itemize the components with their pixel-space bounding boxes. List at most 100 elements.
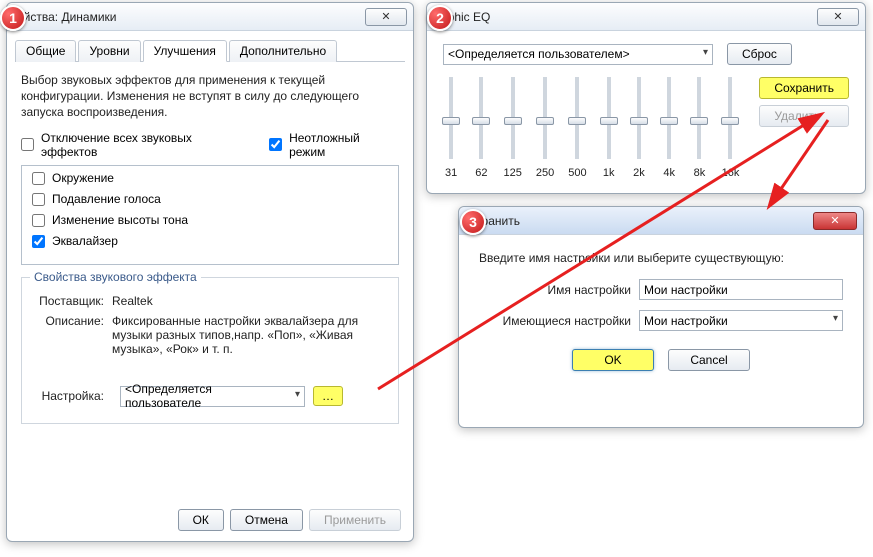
effect-checkbox[interactable] <box>32 235 45 248</box>
setting-value: <Определяется пользователе <box>125 382 286 410</box>
preset-combo[interactable]: <Определяется пользователем> <box>443 44 713 65</box>
step-badge-3: 3 <box>460 209 486 235</box>
list-item[interactable]: Подавление голоса <box>26 189 394 210</box>
eq-titlebar: raphic EQ ✕ <box>427 3 865 31</box>
eq-slider-8k[interactable]: 8k <box>691 77 707 179</box>
close-button[interactable]: ✕ <box>817 8 859 26</box>
slider-track[interactable] <box>637 77 641 159</box>
eq-slider-125[interactable]: 125 <box>504 77 522 179</box>
effect-checkbox[interactable] <box>32 193 45 206</box>
tab-advanced[interactable]: Дополнительно <box>229 40 337 62</box>
eq-slider-250[interactable]: 250 <box>536 77 554 179</box>
dialog-buttons: ОК Отмена Применить <box>178 509 401 531</box>
slider-thumb[interactable] <box>442 117 460 125</box>
freq-label: 4k <box>663 167 675 179</box>
ok-button[interactable]: OK <box>572 349 654 371</box>
freq-label: 250 <box>536 167 554 179</box>
eq-slider-31[interactable]: 31 <box>443 77 459 179</box>
slider-track[interactable] <box>479 77 483 159</box>
immediate-mode-input[interactable] <box>269 138 282 151</box>
delete-button[interactable]: Удалить <box>759 105 849 127</box>
existing-combo[interactable]: Мои настройки <box>639 310 843 331</box>
name-field-label: Имя настройки <box>479 283 631 297</box>
effect-label: Окружение <box>52 171 114 185</box>
immediate-mode-checkbox[interactable]: Неотложный режим <box>269 131 399 159</box>
eq-actions: Сохранить Удалить <box>759 77 849 127</box>
slider-track[interactable] <box>575 77 579 159</box>
freq-label: 16k <box>722 167 740 179</box>
freq-label: 500 <box>568 167 586 179</box>
disable-all-checkbox[interactable]: Отключение всех звуковых эффектов <box>21 131 251 159</box>
preset-value: <Определяется пользователем> <box>448 47 630 61</box>
slider-track[interactable] <box>449 77 453 159</box>
slider-thumb[interactable] <box>660 117 678 125</box>
eq-slider-1k[interactable]: 1k <box>601 77 617 179</box>
properties-window: ойства: Динамики ✕ Общие Уровни Улучшени… <box>6 2 414 542</box>
list-item[interactable]: Изменение высоты тона <box>26 210 394 231</box>
effect-label: Изменение высоты тона <box>52 213 188 227</box>
save-titlebar: охранить ✕ <box>459 207 863 235</box>
step-badge-2: 2 <box>427 5 453 31</box>
close-icon: ✕ <box>833 10 842 23</box>
eq-slider-16k[interactable]: 16k <box>722 77 740 179</box>
close-icon: ✕ <box>381 10 390 23</box>
slider-thumb[interactable] <box>472 117 490 125</box>
properties-title: ойства: Динамики <box>17 10 117 24</box>
slider-thumb[interactable] <box>721 117 739 125</box>
step-badge-1: 1 <box>0 5 26 31</box>
slider-track[interactable] <box>667 77 671 159</box>
slider-track[interactable] <box>511 77 515 159</box>
setting-label: Настройка: <box>34 389 112 403</box>
slider-thumb[interactable] <box>630 117 648 125</box>
freq-label: 2k <box>633 167 645 179</box>
slider-track[interactable] <box>543 77 547 159</box>
apply-button[interactable]: Применить <box>309 509 401 531</box>
effect-checkbox[interactable] <box>32 214 45 227</box>
disable-all-input[interactable] <box>21 138 34 151</box>
eq-slider-62[interactable]: 62 <box>473 77 489 179</box>
vendor-value: Realtek <box>112 294 386 308</box>
tab-general[interactable]: Общие <box>15 40 76 62</box>
effects-list[interactable]: Окружение Подавление голоса Изменение вы… <box>21 165 399 265</box>
tab-enhancements[interactable]: Улучшения <box>143 40 227 62</box>
save-button[interactable]: Сохранить <box>759 77 849 99</box>
dots-button[interactable]: … <box>313 386 343 406</box>
description-value: Фиксированные настройки эквалайзера для … <box>112 314 386 356</box>
reset-button[interactable]: Сброс <box>727 43 792 65</box>
save-dialog: охранить ✕ Введите имя настройки или выб… <box>458 206 864 428</box>
slider-thumb[interactable] <box>504 117 522 125</box>
setting-combo[interactable]: <Определяется пользователе <box>120 386 305 407</box>
close-button[interactable]: ✕ <box>813 212 857 230</box>
immediate-mode-label: Неотложный режим <box>289 131 399 159</box>
eq-window: raphic EQ ✕ <Определяется пользователем>… <box>426 2 866 194</box>
existing-field-label: Имеющиеся настройки <box>479 314 631 328</box>
eq-slider-4k[interactable]: 4k <box>661 77 677 179</box>
freq-label: 31 <box>445 167 457 179</box>
tab-levels[interactable]: Уровни <box>78 40 140 62</box>
slider-track[interactable] <box>697 77 701 159</box>
ok-button[interactable]: ОК <box>178 509 224 531</box>
eq-body: <Определяется пользователем> Сброс 31 62 1… <box>427 31 865 187</box>
name-input[interactable] <box>639 279 843 300</box>
effect-checkbox[interactable] <box>32 172 45 185</box>
save-prompt: Введите имя настройки или выберите сущес… <box>479 251 843 265</box>
slider-track[interactable] <box>728 77 732 159</box>
slider-thumb[interactable] <box>600 117 618 125</box>
eq-slider-2k[interactable]: 2k <box>631 77 647 179</box>
cancel-button[interactable]: Отмена <box>230 509 303 531</box>
existing-value: Мои настройки <box>644 314 728 328</box>
group-legend: Свойства звукового эффекта <box>30 270 201 284</box>
freq-label: 62 <box>475 167 487 179</box>
slider-thumb[interactable] <box>690 117 708 125</box>
effect-properties-group: Свойства звукового эффекта Поставщик: Re… <box>21 277 399 424</box>
slider-track[interactable] <box>607 77 611 159</box>
slider-thumb[interactable] <box>536 117 554 125</box>
close-icon: ✕ <box>830 214 839 227</box>
cancel-button[interactable]: Cancel <box>668 349 750 371</box>
slider-thumb[interactable] <box>568 117 586 125</box>
disable-all-label: Отключение всех звуковых эффектов <box>41 131 251 159</box>
list-item[interactable]: Окружение <box>26 168 394 189</box>
list-item[interactable]: Эквалайзер <box>26 231 394 252</box>
close-button[interactable]: ✕ <box>365 8 407 26</box>
eq-slider-500[interactable]: 500 <box>568 77 586 179</box>
